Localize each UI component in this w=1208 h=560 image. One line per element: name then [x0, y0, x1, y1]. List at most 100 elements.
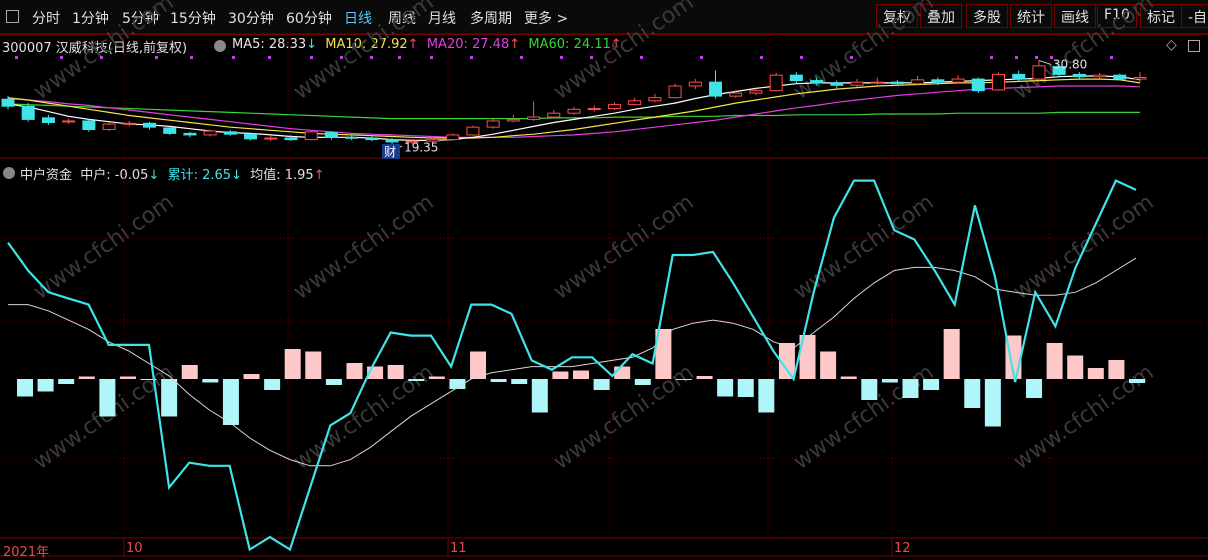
- candle-body-35: [709, 81, 722, 97]
- indicator-bar-8: [181, 365, 198, 379]
- indicator-bar-18: [387, 365, 404, 379]
- low-marker-label: 19.35: [404, 140, 438, 154]
- candle-body-8: [163, 127, 177, 134]
- candle-body-29: [587, 108, 601, 111]
- event-dot-15: [590, 56, 593, 59]
- candle-body-13: [264, 137, 278, 140]
- candle-body-51: [1032, 65, 1046, 80]
- event-dot-8: [340, 56, 343, 59]
- indicator-bar-49: [1026, 379, 1043, 398]
- indicator-bar-40: [840, 376, 857, 379]
- indicator-bar-45: [943, 329, 960, 379]
- indicator-bar-34: [717, 379, 734, 397]
- event-dot-25: [1110, 56, 1113, 59]
- candle-body-3: [62, 120, 76, 123]
- watermark-4: www.cfchi.com: [1009, 0, 1158, 105]
- indicator-bar-11: [243, 374, 260, 379]
- candle-body-6: [122, 122, 136, 125]
- x-axis-label-2: 11: [450, 541, 467, 556]
- indicator-bar-42: [881, 379, 898, 383]
- event-dot-11: [430, 56, 433, 59]
- indicator-bar-25: [531, 379, 548, 413]
- high-marker-label: 30.80: [1053, 57, 1087, 71]
- candle-body-39: [789, 74, 803, 82]
- indicator-bar-44: [923, 379, 940, 390]
- event-dot-12: [470, 56, 473, 59]
- event-dot-9: [370, 56, 373, 59]
- candle-body-16: [324, 132, 338, 138]
- candle-body-17: [345, 136, 359, 139]
- candle-body-0: [1, 98, 15, 107]
- indicator-bar-9: [202, 379, 219, 383]
- candle-body-25: [506, 118, 520, 122]
- indicator-bar-46: [964, 379, 981, 408]
- candle-body-23: [466, 126, 480, 136]
- event-dot-21: [990, 56, 993, 59]
- indicator-bar-24: [511, 379, 528, 384]
- candle-body-49: [992, 73, 1005, 91]
- indicator-bar-15: [325, 379, 342, 385]
- indicator-bar-43: [902, 379, 919, 398]
- indicator-bar-50: [1046, 343, 1063, 379]
- indicator-bar-41: [861, 379, 878, 400]
- candle-body-9: [183, 132, 197, 136]
- event-dot-2: [100, 56, 103, 59]
- candle-body-34: [688, 81, 702, 87]
- candle-body-31: [628, 100, 642, 106]
- candle-body-33: [668, 85, 682, 99]
- indicator-bar-53: [1108, 360, 1125, 379]
- indicator-bar-32: [675, 379, 692, 380]
- candle-body-56: [1133, 77, 1147, 80]
- candle-body-10: [203, 130, 217, 136]
- indicator-bar-12: [264, 379, 281, 390]
- candle-body-2: [41, 117, 55, 124]
- candle-body-53: [1072, 73, 1086, 78]
- indicator-bar-5: [119, 376, 136, 379]
- indicator-bar-36: [758, 379, 775, 413]
- chart-canvas[interactable]: www.cfchi.com www.cfchi.com www.cfchi.com w…: [0, 0, 1208, 558]
- watermark-0: www.cfchi.com: [29, 0, 178, 105]
- candle-body-12: [244, 133, 258, 140]
- indicator-bar-54: [1129, 379, 1145, 383]
- indicator-bar-1: [37, 379, 54, 392]
- watermark-3: www.cfchi.com: [789, 0, 938, 105]
- watermark-8: www.cfchi.com: [789, 190, 938, 305]
- candle-body-36: [729, 92, 743, 97]
- candle-body-38: [769, 74, 783, 92]
- indicator-bar-26: [552, 371, 569, 379]
- x-axis-label-1: 10: [126, 541, 143, 556]
- watermark-5: www.cfchi.com: [29, 190, 178, 305]
- event-dot-7: [310, 56, 313, 59]
- candle-body-7: [143, 122, 156, 128]
- candle-body-54: [1093, 74, 1107, 78]
- indicator-bar-14: [305, 351, 322, 379]
- indicator-bar-23: [490, 379, 507, 382]
- indicator-bar-39: [820, 351, 837, 379]
- candle-body-4: [82, 120, 96, 130]
- event-dot-18: [760, 56, 763, 59]
- x-axis-label-0: 2021年: [3, 545, 50, 560]
- candle-body-11: [223, 131, 237, 135]
- candle-body-32: [648, 97, 662, 102]
- event-dot-10: [398, 56, 401, 59]
- indicator-bar-7: [161, 379, 178, 417]
- candle-body-24: [486, 120, 500, 128]
- event-dot-0: [15, 56, 18, 59]
- event-dot-19: [800, 56, 803, 59]
- candle-body-41: [830, 82, 844, 86]
- event-dot-3: [155, 56, 158, 59]
- x-axis-label-3: 12: [894, 541, 911, 556]
- event-marker-label: 财: [384, 145, 396, 159]
- watermark-6: www.cfchi.com: [289, 190, 438, 305]
- candle-body-1: [21, 105, 35, 120]
- indicator-bar-35: [737, 379, 754, 397]
- candle-body-45: [911, 79, 925, 85]
- event-dot-22: [1015, 56, 1018, 59]
- indicator-bar-3: [78, 376, 95, 379]
- candle-body-14: [284, 137, 298, 141]
- watermark-7: www.cfchi.com: [549, 190, 698, 305]
- candle-body-50: [1012, 73, 1026, 80]
- indicator-bar-30: [634, 379, 651, 385]
- event-dot-16: [640, 56, 643, 59]
- candle-body-46: [931, 79, 945, 83]
